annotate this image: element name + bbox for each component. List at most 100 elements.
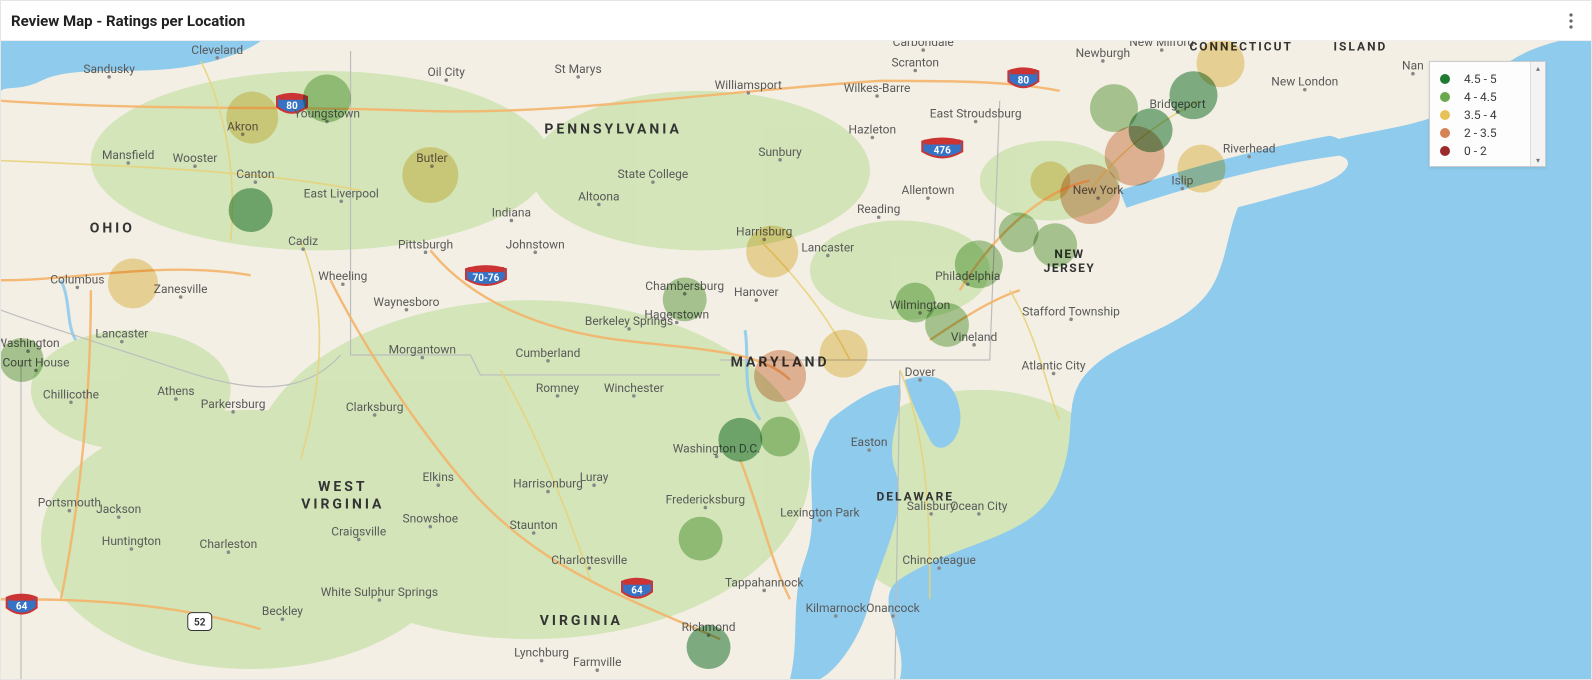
rating-bubble[interactable]: Islip NY — 3.5 - 4	[1177, 145, 1225, 193]
city-label: Williamsport	[715, 78, 782, 92]
city-label: Canton	[236, 167, 274, 181]
legend-item[interactable]: 3.5 - 4	[1440, 106, 1535, 124]
city-label: Lexington Park	[780, 505, 860, 519]
city-label: Indiana	[492, 205, 531, 219]
rating-bubble[interactable]: Cambridge OH area — 4.5 - 5	[229, 188, 273, 232]
rating-bubble[interactable]: Court House OH — 4 - 4.5	[1, 338, 44, 382]
city-label: Reading	[857, 202, 900, 216]
city-label: Harrisonburg	[513, 477, 583, 491]
city-label: Riverhead	[1223, 142, 1276, 156]
city-label: Athens	[157, 384, 194, 398]
rating-bubble[interactable]: NJ central — 4 - 4.5	[1033, 223, 1077, 267]
city-label: State College	[618, 167, 689, 181]
rating-bubble[interactable]: Washington DC — 2 - 3.5	[754, 350, 806, 402]
city-label: Portsmouth	[38, 496, 101, 510]
svg-text:64: 64	[16, 602, 28, 613]
city-label: Allentown	[902, 183, 955, 197]
city-label: Lancaster	[95, 327, 148, 341]
rating-bubble[interactable]: Philadelphia — 4 - 4.5	[955, 240, 1003, 288]
legend-item[interactable]: 2 - 3.5	[1440, 124, 1535, 142]
rating-bubble[interactable]: Zanesville OH — 3.5 - 4	[108, 259, 158, 309]
legend-label: 3.5 - 4	[1464, 108, 1497, 122]
city-label: Wheeling	[318, 269, 367, 283]
city-label: Sandusky	[83, 62, 135, 76]
legend-swatch	[1440, 74, 1450, 84]
city-label: New Milford	[1129, 41, 1194, 49]
svg-text:64: 64	[631, 586, 643, 597]
route-shield: 52	[188, 613, 212, 631]
legend-label: 2 - 3.5	[1464, 126, 1497, 140]
city-label: Cadiz	[288, 234, 318, 248]
rating-bubble[interactable]: Youngstown OH area — 4 - 4.5	[303, 74, 351, 122]
interstate-shield: 64	[7, 595, 37, 614]
legend-scrollbar[interactable]: ▴ ▾	[1530, 62, 1545, 166]
rating-bubble[interactable]: Frederick MD area — 3.5 - 4	[820, 330, 868, 378]
rating-bubble[interactable]: NJ south — 4 - 4.5	[999, 212, 1039, 252]
city-label: Lynchburg	[514, 646, 569, 660]
city-label: Kilmarnock	[806, 601, 867, 615]
interstate-shield: 70-76	[466, 266, 506, 285]
city-label: New London	[1271, 75, 1338, 89]
city-label: Altoona	[578, 190, 619, 204]
legend-item[interactable]: 4.5 - 5	[1440, 70, 1535, 88]
rating-bubble[interactable]: Harrisburg PA — 3.5 - 4	[746, 226, 798, 278]
legend-label: 4.5 - 5	[1464, 72, 1497, 86]
city-label: Morgantown	[389, 343, 456, 357]
legend-item[interactable]: 0 - 2	[1440, 142, 1535, 160]
rating-bubble[interactable]: DC metro — 4.5 - 5	[718, 418, 762, 462]
legend-scroll-down[interactable]: ▾	[1531, 154, 1545, 166]
panel-menu-button[interactable]	[1561, 11, 1581, 31]
city-label: Hazleton	[849, 123, 897, 137]
city-label: Mansfield	[102, 148, 154, 162]
rating-bubble[interactable]: Butler PA area — 3.5 - 4	[402, 147, 458, 203]
city-label: East Stroudsburg	[930, 107, 1022, 121]
map-canvas[interactable]: 808047670-76646452 SanduskyClevelandAkro…	[1, 41, 1591, 679]
region-label: VIRGINIA	[540, 613, 623, 629]
city-label: Carbondale	[893, 41, 954, 49]
legend-label: 4 - 4.5	[1464, 90, 1497, 104]
region-label: OHIO	[90, 220, 135, 236]
interstate-shield: 80	[1008, 68, 1038, 87]
city-label: Chincoteague	[902, 553, 976, 567]
rating-bubble[interactable]: Fredericksburg VA — 4 - 4.5	[679, 517, 723, 561]
map-svg: 808047670-76646452 SanduskyClevelandAkro…	[1, 41, 1591, 679]
city-label: Parkersburg	[201, 397, 266, 411]
city-label: Charlottesville	[551, 553, 627, 567]
city-label: Columbus	[50, 272, 104, 286]
city-label: Charleston	[200, 537, 258, 551]
city-label: Wooster	[173, 151, 218, 165]
rating-bubble[interactable]: NYC W — 3.5 - 4	[1030, 161, 1070, 201]
city-label: Johnstown	[506, 237, 565, 251]
region-label: DELAWARE	[876, 489, 954, 503]
rating-bubble[interactable]: Akron OH — 3.5 - 4	[226, 92, 278, 144]
review-map-panel: Review Map - Ratings per Location	[0, 0, 1592, 680]
city-label: Tappahannock	[725, 576, 804, 590]
svg-text:70-76: 70-76	[473, 273, 500, 284]
rating-bubble[interactable]: DC east — 4 - 4.5	[760, 417, 800, 457]
city-label: Clarksburg	[346, 400, 404, 414]
rating-bubble[interactable]: Stamford CT area — 4.5 - 5	[1129, 108, 1173, 152]
legend-swatch	[1440, 92, 1450, 102]
legend-scroll-up[interactable]: ▴	[1531, 62, 1545, 74]
city-label: Hanover	[734, 285, 779, 299]
city-label: Easton	[851, 435, 888, 449]
legend-swatch	[1440, 146, 1450, 156]
city-label: Jackson	[96, 502, 141, 516]
rating-bubble[interactable]: Philadelphia W — 4 - 4.5	[895, 283, 935, 323]
panel-title: Review Map - Ratings per Location	[11, 12, 245, 30]
city-label: Cleveland	[191, 43, 243, 57]
region-label: VIRGINIA	[301, 497, 384, 513]
rating-bubble[interactable]: Danbury CT area — 3.5 - 4	[1197, 41, 1245, 87]
city-label: Oil City	[428, 65, 466, 79]
city-label: Chillicothe	[43, 387, 99, 401]
city-label: Craigsville	[331, 524, 386, 538]
city-label: Waynesboro	[373, 295, 439, 309]
region-label: PENNSYLVANIA	[544, 122, 681, 138]
rating-bubble[interactable]: Richmond VA — 4.5 - 5	[687, 625, 731, 669]
city-label: Farmville	[573, 655, 621, 669]
city-label: Sunbury	[758, 145, 802, 159]
rating-bubble[interactable]: Chambersburg PA — 4 - 4.5	[663, 277, 707, 321]
city-label: East Liverpool	[304, 186, 379, 200]
city-label: Wilkes-Barre	[844, 81, 911, 95]
legend-item[interactable]: 4 - 4.5	[1440, 88, 1535, 106]
